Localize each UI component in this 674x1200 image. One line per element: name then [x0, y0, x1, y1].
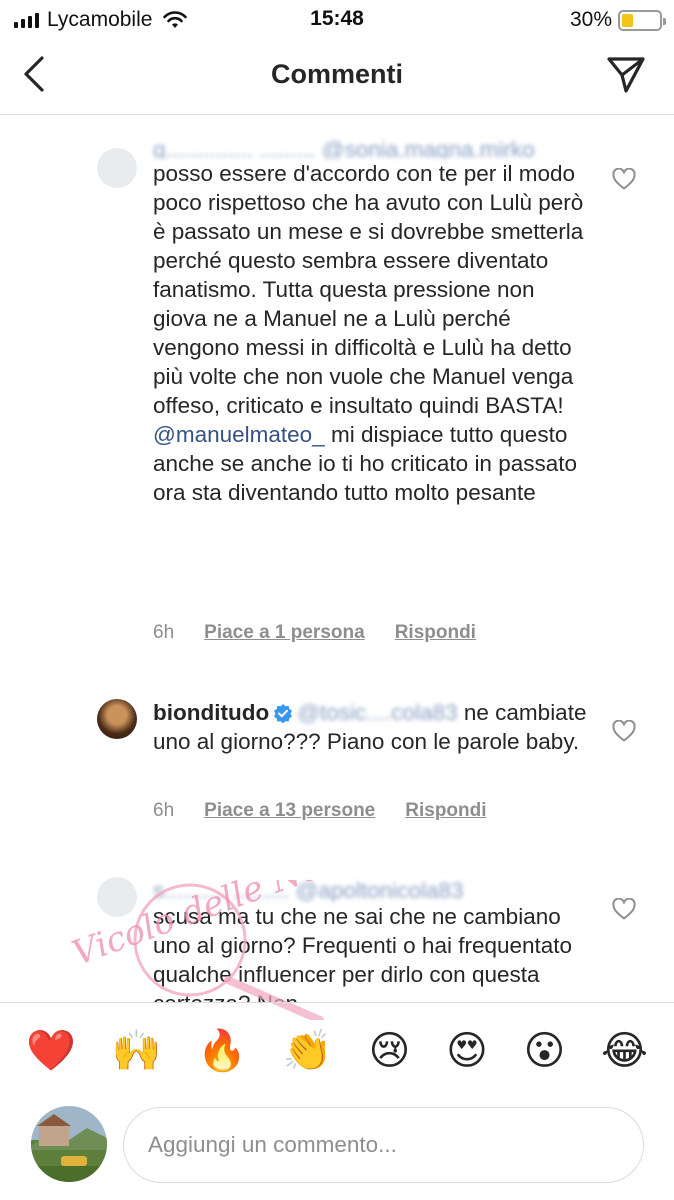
comment-text: s.......... ......... @apoltonicola83 sc…: [153, 876, 593, 1002]
comment-text-content: scusa ma tu che ne sai che ne cambiano u…: [153, 904, 573, 1002]
heart-icon[interactable]: [612, 898, 636, 920]
comments-list[interactable]: g.............. ......... @sonia.magna.m…: [0, 116, 674, 1002]
comment-text: g.............. ......... @sonia.magna.m…: [153, 137, 593, 507]
battery-icon: [618, 9, 666, 31]
user-avatar[interactable]: [31, 1106, 107, 1182]
comment-username[interactable]: bionditudo: [153, 700, 269, 725]
comment-meta: 6h Piace a 1 persona Rispondi: [153, 622, 476, 644]
emoji-clapping-icon[interactable]: 👏: [283, 1031, 333, 1071]
reply-button[interactable]: Rispondi: [405, 800, 486, 822]
comment-input[interactable]: [123, 1107, 644, 1183]
heart-icon[interactable]: [612, 168, 636, 190]
comment-text: bionditudo @tosic....cola83 ne cambiate …: [153, 698, 593, 756]
mention-link[interactable]: @manuelmateo_: [153, 422, 325, 447]
mention-link[interactable]: @tosic....cola83: [297, 700, 457, 725]
direct-send-icon[interactable]: [606, 55, 646, 95]
battery-percent: 30%: [569, 8, 612, 31]
comment-meta: 6h Piace a 13 persone Rispondi: [153, 800, 487, 822]
page-title: Commenti: [270, 59, 403, 89]
avatar[interactable]: [97, 148, 137, 188]
comment-username[interactable]: s.......... ......... @apoltonicola83: [153, 876, 593, 902]
status-bar: Lycamobile 15:48 30%: [0, 0, 674, 40]
avatar[interactable]: [97, 877, 137, 917]
battery-status: 30%: [569, 8, 666, 32]
comment-username[interactable]: g.............. ......... @sonia.magna.m…: [153, 135, 593, 159]
emoji-heart-icon[interactable]: ❤️: [26, 1031, 76, 1071]
battery-fill: [622, 13, 633, 27]
comment-text-part1: posso essere d'accordo con te per il mod…: [153, 161, 584, 418]
reply-button[interactable]: Rispondi: [395, 622, 476, 644]
header: Commenti: [0, 40, 674, 115]
emoji-fire-icon[interactable]: 🔥: [197, 1031, 247, 1071]
comment-composer: [0, 1098, 674, 1200]
likes-link[interactable]: Piace a 13 persone: [204, 800, 375, 822]
emoji-raised-hands-icon[interactable]: 🙌: [112, 1031, 162, 1071]
heart-icon[interactable]: [612, 720, 636, 742]
comment-time: 6h: [153, 800, 175, 821]
emoji-crying-icon[interactable]: 😢: [369, 1031, 411, 1071]
likes-link[interactable]: Piace a 1 persona: [204, 622, 365, 644]
emoji-surprised-icon[interactable]: 😮: [524, 1031, 566, 1071]
verified-badge-icon: [274, 704, 293, 723]
avatar[interactable]: [97, 699, 137, 739]
emoji-reaction-bar: ❤️ 🙌 🔥 👏 😢 😍 😮 😂: [0, 1002, 674, 1098]
emoji-laughing-icon[interactable]: 😂: [601, 1031, 648, 1071]
comment-time: 6h: [153, 622, 175, 643]
emoji-heart-eyes-icon[interactable]: 😍: [446, 1031, 488, 1071]
